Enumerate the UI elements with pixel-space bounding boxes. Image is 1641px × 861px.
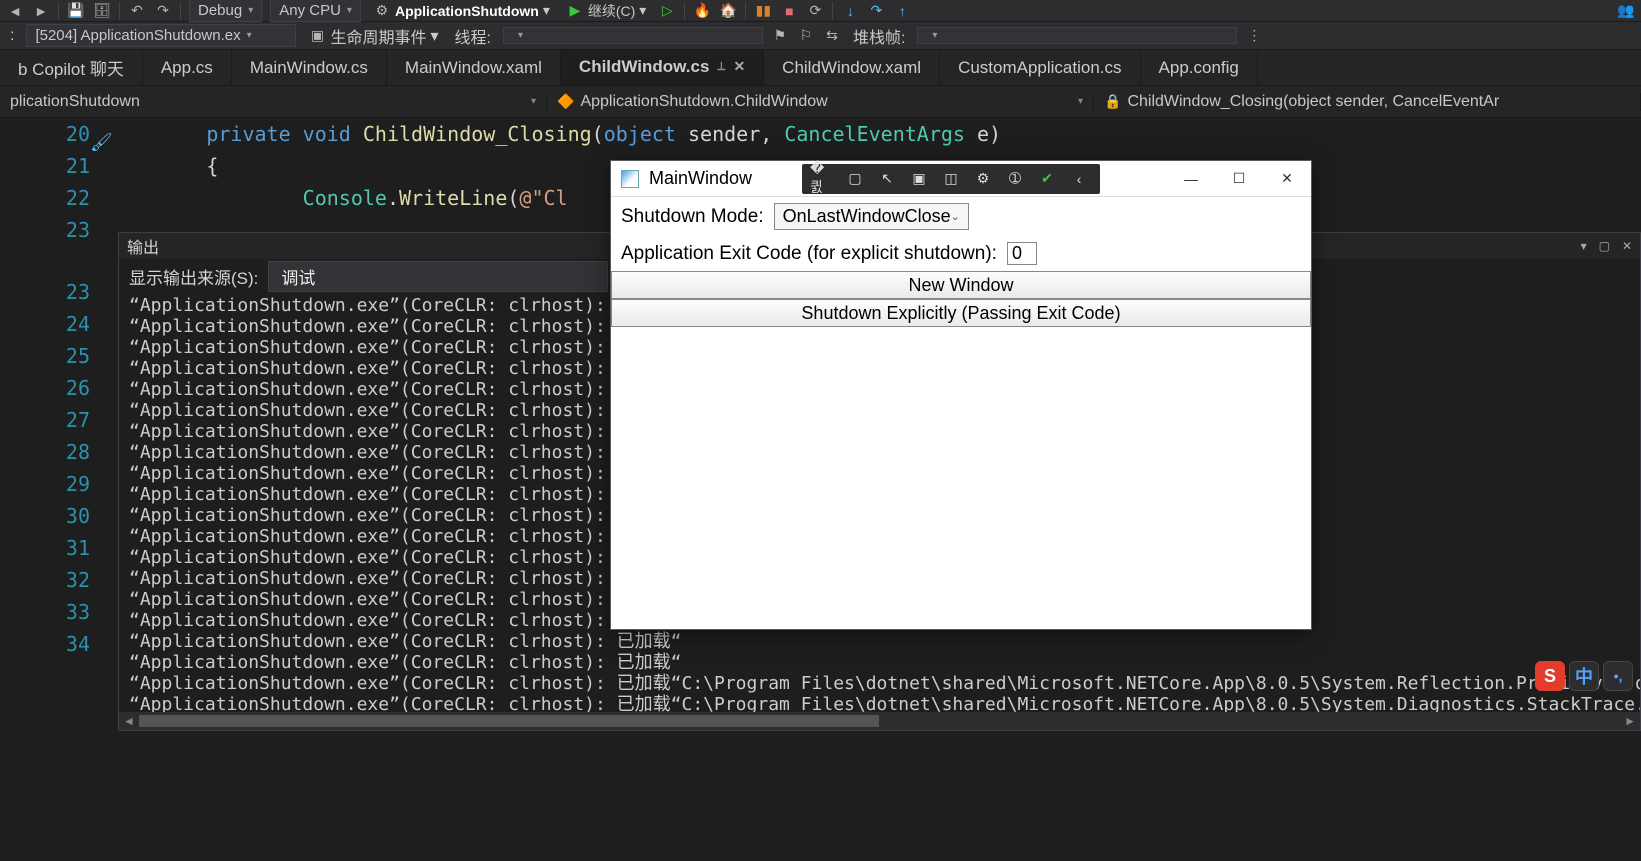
output-title: 输出 xyxy=(127,234,159,258)
thread-label: 线程: xyxy=(451,24,495,48)
breadcrumb-method[interactable]: 🔒 ChildWindow_Closing(object sender, Can… xyxy=(1094,93,1641,111)
file-tab[interactable]: MainWindow.xaml xyxy=(387,50,561,85)
diag-select-icon[interactable]: ↖ xyxy=(874,168,900,190)
config-dropdown[interactable]: Debug▾ xyxy=(189,0,262,22)
file-tab[interactable]: App.cs xyxy=(143,50,232,85)
method-icon: 🔒 xyxy=(1104,93,1121,110)
file-tab[interactable]: MainWindow.cs xyxy=(232,50,387,85)
close-button[interactable]: ✕ xyxy=(1263,162,1311,196)
diag-access-icon[interactable]: ➀ xyxy=(1002,168,1028,190)
output-source-label: 显示输出来源(S): xyxy=(129,264,258,289)
diag-ok-icon[interactable]: ✔ xyxy=(1034,168,1060,190)
redo-icon[interactable]: ↷ xyxy=(154,2,172,20)
maximize-button[interactable]: ☐ xyxy=(1215,162,1263,196)
xaml-diagnostic-toolbar[interactable]: �큀 ▢ ↖ ▣ ◫ ⚙ ➀ ✔ ‹ xyxy=(802,164,1100,194)
window-sys-icon xyxy=(621,170,639,188)
diag-collapse-icon[interactable]: ‹ xyxy=(1066,168,1092,190)
file-tabs: b Copilot 聊天App.csMainWindow.csMainWindo… xyxy=(0,50,1641,86)
step-into-icon[interactable]: ↓ xyxy=(841,2,859,20)
scroll-thumb[interactable] xyxy=(139,715,879,727)
flag-icon[interactable]: ⚑ xyxy=(771,27,789,45)
thread-dropdown[interactable]: ▾ xyxy=(503,27,763,44)
new-window-button[interactable]: New Window xyxy=(611,271,1311,299)
stackframe-dropdown[interactable]: ▾ xyxy=(917,27,1237,44)
pin-icon[interactable]: ⟂ xyxy=(717,59,725,74)
hot-reload-icon[interactable]: 🔥 xyxy=(693,2,711,20)
flag2-icon[interactable]: ⚐ xyxy=(797,27,815,45)
step-over-icon[interactable]: ↷ xyxy=(867,2,885,20)
output-source-select[interactable]: 调试 xyxy=(268,261,608,292)
pause-icon[interactable]: ▮▮ xyxy=(754,2,772,20)
scroll-right-icon[interactable]: ► xyxy=(1624,714,1636,728)
diag-video-icon[interactable]: ▢ xyxy=(842,168,868,190)
exit-code-label: Application Exit Code (for explicit shut… xyxy=(621,243,997,265)
exit-code-input[interactable] xyxy=(1007,242,1037,265)
diag-goto-icon[interactable]: �큀 xyxy=(810,168,836,190)
lifecycle-events[interactable]: ▣生命周期事件▾ xyxy=(304,24,442,48)
diag-layout-icon[interactable]: ▣ xyxy=(906,168,932,190)
start-target[interactable]: ⚙ApplicationShutdown▾ xyxy=(369,2,554,20)
toolbar-debug: : [5204] ApplicationShutdown.ex▾ ▣生命周期事件… xyxy=(0,22,1641,50)
toolbar-main: ◄ ► 💾 🗄 ↶ ↷ Debug▾ Any CPU▾ ⚙Application… xyxy=(0,0,1641,22)
save-icon[interactable]: 💾 xyxy=(67,2,85,20)
panel-maximize-icon[interactable]: ▢ xyxy=(1599,239,1610,253)
window-title: MainWindow xyxy=(649,168,752,189)
threads-icon[interactable]: ⇆ xyxy=(823,27,841,45)
code-breadcrumb: plicationShutdown▾ 🔶 ApplicationShutdown… xyxy=(0,86,1641,118)
save-all-icon[interactable]: 🗄 xyxy=(93,2,111,20)
ime-lang-icon[interactable]: 中 xyxy=(1569,661,1599,691)
ime-indicator[interactable]: S 中 •, xyxy=(1535,661,1633,691)
process-label: : xyxy=(6,27,18,45)
diag-track-icon[interactable]: ◫ xyxy=(938,168,964,190)
app-main-window: MainWindow �큀 ▢ ↖ ▣ ◫ ⚙ ➀ ✔ ‹ — ☐ ✕ Shut… xyxy=(610,160,1312,630)
output-scrollbar[interactable]: ◄ ► xyxy=(119,712,1640,730)
nav-fwd-icon[interactable]: ► xyxy=(32,2,50,20)
close-icon[interactable]: ✕ xyxy=(733,58,745,75)
ime-sogou-icon[interactable]: S xyxy=(1535,661,1565,691)
start-no-debug-icon[interactable]: ▷ xyxy=(658,2,676,20)
undo-icon[interactable]: ↶ xyxy=(128,2,146,20)
shutdown-mode-combo[interactable]: OnLastWindowClose⌄ xyxy=(774,203,969,230)
continue-button[interactable]: ▶继续(C)▾ xyxy=(562,1,650,21)
file-tab[interactable]: b Copilot 聊天 xyxy=(0,50,143,85)
file-tab[interactable]: ChildWindow.cs⟂✕ xyxy=(561,50,764,85)
shutdown-button[interactable]: Shutdown Explicitly (Passing Exit Code) xyxy=(611,299,1311,327)
diag-settings-icon[interactable]: ⚙ xyxy=(970,168,996,190)
stop-icon[interactable]: ■ xyxy=(780,2,798,20)
panel-close-icon[interactable]: ✕ xyxy=(1622,239,1632,253)
breadcrumb-namespace[interactable]: plicationShutdown▾ xyxy=(0,93,547,111)
scroll-left-icon[interactable]: ◄ xyxy=(123,714,135,728)
process-dropdown[interactable]: [5204] ApplicationShutdown.ex▾ xyxy=(26,24,296,47)
live-share-icon[interactable]: 👥 xyxy=(1617,2,1635,20)
window-titlebar[interactable]: MainWindow �큀 ▢ ↖ ▣ ◫ ⚙ ➀ ✔ ‹ — ☐ ✕ xyxy=(611,161,1311,197)
step-out-icon[interactable]: ↑ xyxy=(893,2,911,20)
file-tab[interactable]: App.config xyxy=(1141,50,1258,85)
ime-punct-icon[interactable]: •, xyxy=(1603,661,1633,691)
line-gutter-tail: 232425262728293031323334 xyxy=(0,276,110,660)
home-icon[interactable]: 🏠 xyxy=(719,2,737,20)
file-tab[interactable]: CustomApplication.cs xyxy=(940,50,1140,85)
restart-icon[interactable]: ⟳ xyxy=(806,2,824,20)
nav-back-icon[interactable]: ◄ xyxy=(6,2,24,20)
minimize-button[interactable]: — xyxy=(1167,162,1215,196)
shutdown-mode-label: Shutdown Mode: xyxy=(621,206,764,228)
breadcrumb-class[interactable]: 🔶 ApplicationShutdown.ChildWindow▾ xyxy=(547,93,1094,111)
panel-dropdown-icon[interactable]: ▾ xyxy=(1581,239,1587,253)
file-tab[interactable]: ChildWindow.xaml xyxy=(764,50,940,85)
lightbulb-icon[interactable]: 🖌 xyxy=(90,132,113,153)
platform-dropdown[interactable]: Any CPU▾ xyxy=(270,0,361,22)
overflow-icon[interactable]: ⋮ xyxy=(1245,27,1263,45)
class-icon: 🔶 xyxy=(557,93,574,110)
stack-label: 堆栈帧: xyxy=(849,24,909,48)
